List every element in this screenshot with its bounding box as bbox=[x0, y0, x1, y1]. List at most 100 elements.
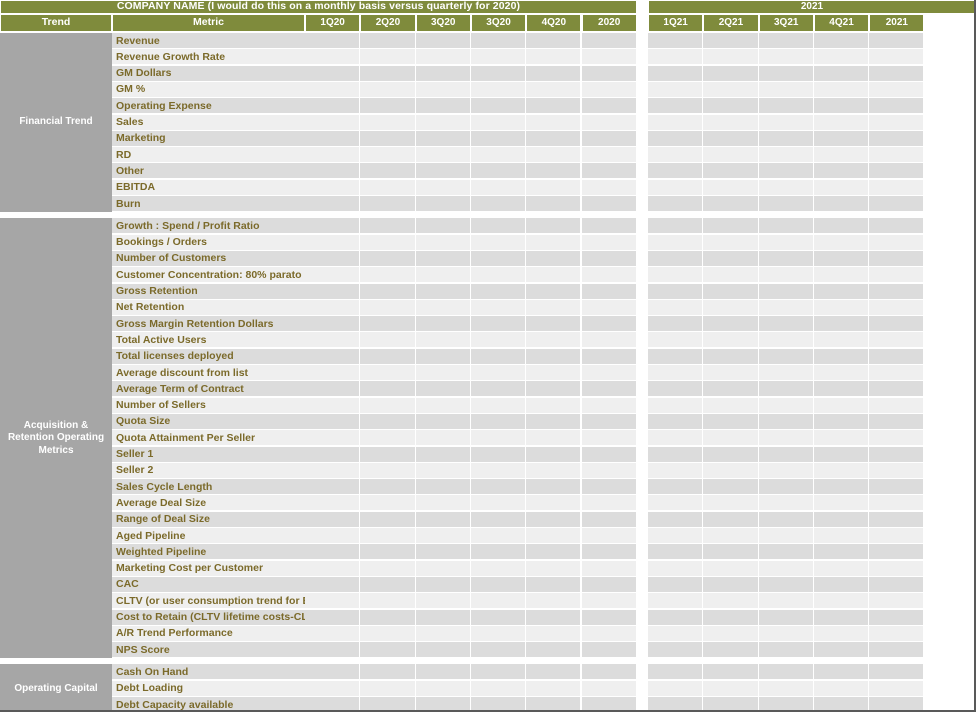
data-cell[interactable] bbox=[581, 511, 637, 528]
data-cell[interactable] bbox=[415, 576, 471, 593]
data-cell[interactable] bbox=[526, 81, 582, 98]
metric-label-cell[interactable]: Revenue bbox=[112, 33, 305, 49]
data-cell[interactable] bbox=[360, 218, 416, 235]
column-header-metric[interactable]: Metric bbox=[112, 14, 305, 32]
data-cell[interactable] bbox=[581, 267, 637, 284]
data-cell[interactable] bbox=[703, 283, 759, 300]
data-cell[interactable] bbox=[869, 114, 925, 131]
data-cell[interactable] bbox=[703, 299, 759, 316]
data-cell[interactable] bbox=[470, 332, 527, 349]
data-cell[interactable] bbox=[758, 33, 814, 49]
data-cell[interactable] bbox=[869, 49, 925, 66]
data-cell[interactable] bbox=[470, 528, 527, 544]
data-cell[interactable] bbox=[758, 163, 814, 180]
data-cell[interactable] bbox=[415, 218, 471, 235]
data-cell[interactable] bbox=[869, 218, 925, 235]
data-cell[interactable] bbox=[305, 381, 361, 398]
data-cell[interactable] bbox=[758, 511, 814, 528]
metric-label-cell[interactable]: Weighted Pipeline bbox=[112, 544, 305, 561]
data-cell[interactable] bbox=[869, 479, 925, 496]
data-cell[interactable] bbox=[758, 664, 814, 681]
data-cell[interactable] bbox=[470, 680, 527, 697]
data-cell[interactable] bbox=[581, 560, 637, 577]
data-cell[interactable] bbox=[813, 560, 870, 577]
data-cell[interactable] bbox=[360, 528, 416, 544]
data-cell[interactable] bbox=[869, 397, 925, 414]
data-cell[interactable] bbox=[305, 642, 361, 659]
metric-label-cell[interactable]: Gross Margin Retention Dollars bbox=[112, 316, 305, 333]
data-cell[interactable] bbox=[526, 130, 582, 147]
metric-label-cell[interactable]: Aged Pipeline bbox=[112, 528, 305, 544]
data-cell[interactable] bbox=[360, 250, 416, 267]
data-cell[interactable] bbox=[703, 332, 759, 349]
data-cell[interactable] bbox=[703, 680, 759, 697]
data-cell[interactable] bbox=[813, 479, 870, 496]
data-cell[interactable] bbox=[360, 446, 416, 463]
data-cell[interactable] bbox=[360, 462, 416, 479]
metric-label-cell[interactable]: Gross Retention bbox=[112, 283, 305, 300]
data-cell[interactable] bbox=[813, 316, 870, 333]
data-cell[interactable] bbox=[703, 642, 759, 659]
data-cell[interactable] bbox=[869, 179, 925, 196]
data-cell[interactable] bbox=[470, 98, 527, 115]
data-cell[interactable] bbox=[305, 147, 361, 164]
data-cell[interactable] bbox=[703, 130, 759, 147]
data-cell[interactable] bbox=[648, 114, 704, 131]
data-cell[interactable] bbox=[470, 218, 527, 235]
data-cell[interactable] bbox=[305, 179, 361, 196]
data-cell[interactable] bbox=[415, 49, 471, 66]
data-cell[interactable] bbox=[813, 430, 870, 447]
data-cell[interactable] bbox=[581, 114, 637, 131]
data-cell[interactable] bbox=[526, 511, 582, 528]
data-cell[interactable] bbox=[581, 495, 637, 512]
data-cell[interactable] bbox=[415, 130, 471, 147]
data-cell[interactable] bbox=[813, 528, 870, 544]
data-cell[interactable] bbox=[703, 65, 759, 82]
data-cell[interactable] bbox=[470, 609, 527, 626]
data-cell[interactable] bbox=[526, 625, 582, 642]
data-cell[interactable] bbox=[526, 147, 582, 164]
data-cell[interactable] bbox=[415, 348, 471, 365]
data-cell[interactable] bbox=[581, 283, 637, 300]
data-cell[interactable] bbox=[415, 283, 471, 300]
data-cell[interactable] bbox=[813, 196, 870, 212]
data-cell[interactable] bbox=[360, 544, 416, 561]
data-cell[interactable] bbox=[470, 664, 527, 681]
metric-label-cell[interactable]: A/R Trend Performance bbox=[112, 625, 305, 642]
data-cell[interactable] bbox=[360, 348, 416, 365]
data-cell[interactable] bbox=[648, 609, 704, 626]
data-cell[interactable] bbox=[526, 98, 582, 115]
data-cell[interactable] bbox=[648, 163, 704, 180]
data-cell[interactable] bbox=[360, 381, 416, 398]
data-cell[interactable] bbox=[415, 98, 471, 115]
data-cell[interactable] bbox=[869, 413, 925, 430]
metric-label-cell[interactable]: Range of Deal Size bbox=[112, 511, 305, 528]
data-cell[interactable] bbox=[415, 397, 471, 414]
metric-label-cell[interactable]: Marketing Cost per Customer bbox=[112, 560, 305, 577]
data-cell[interactable] bbox=[703, 479, 759, 496]
data-cell[interactable] bbox=[360, 283, 416, 300]
column-header-trend[interactable]: Trend bbox=[0, 14, 112, 32]
data-cell[interactable] bbox=[758, 114, 814, 131]
data-cell[interactable] bbox=[526, 479, 582, 496]
data-cell[interactable] bbox=[648, 625, 704, 642]
data-cell[interactable] bbox=[526, 33, 582, 49]
data-cell[interactable] bbox=[758, 267, 814, 284]
data-cell[interactable] bbox=[581, 593, 637, 610]
metric-label-cell[interactable]: Other bbox=[112, 163, 305, 180]
data-cell[interactable] bbox=[581, 544, 637, 561]
data-cell[interactable] bbox=[470, 511, 527, 528]
data-cell[interactable] bbox=[470, 642, 527, 659]
data-cell[interactable] bbox=[703, 179, 759, 196]
metric-label-cell[interactable]: Quota Attainment Per Seller bbox=[112, 430, 305, 447]
data-cell[interactable] bbox=[758, 462, 814, 479]
data-cell[interactable] bbox=[869, 332, 925, 349]
data-cell[interactable] bbox=[648, 642, 704, 659]
data-cell[interactable] bbox=[581, 49, 637, 66]
data-cell[interactable] bbox=[703, 609, 759, 626]
data-cell[interactable] bbox=[526, 446, 582, 463]
metric-label-cell[interactable]: Number of Sellers bbox=[112, 397, 305, 414]
data-cell[interactable] bbox=[648, 267, 704, 284]
metric-label-cell[interactable]: GM Dollars bbox=[112, 65, 305, 82]
data-cell[interactable] bbox=[648, 495, 704, 512]
